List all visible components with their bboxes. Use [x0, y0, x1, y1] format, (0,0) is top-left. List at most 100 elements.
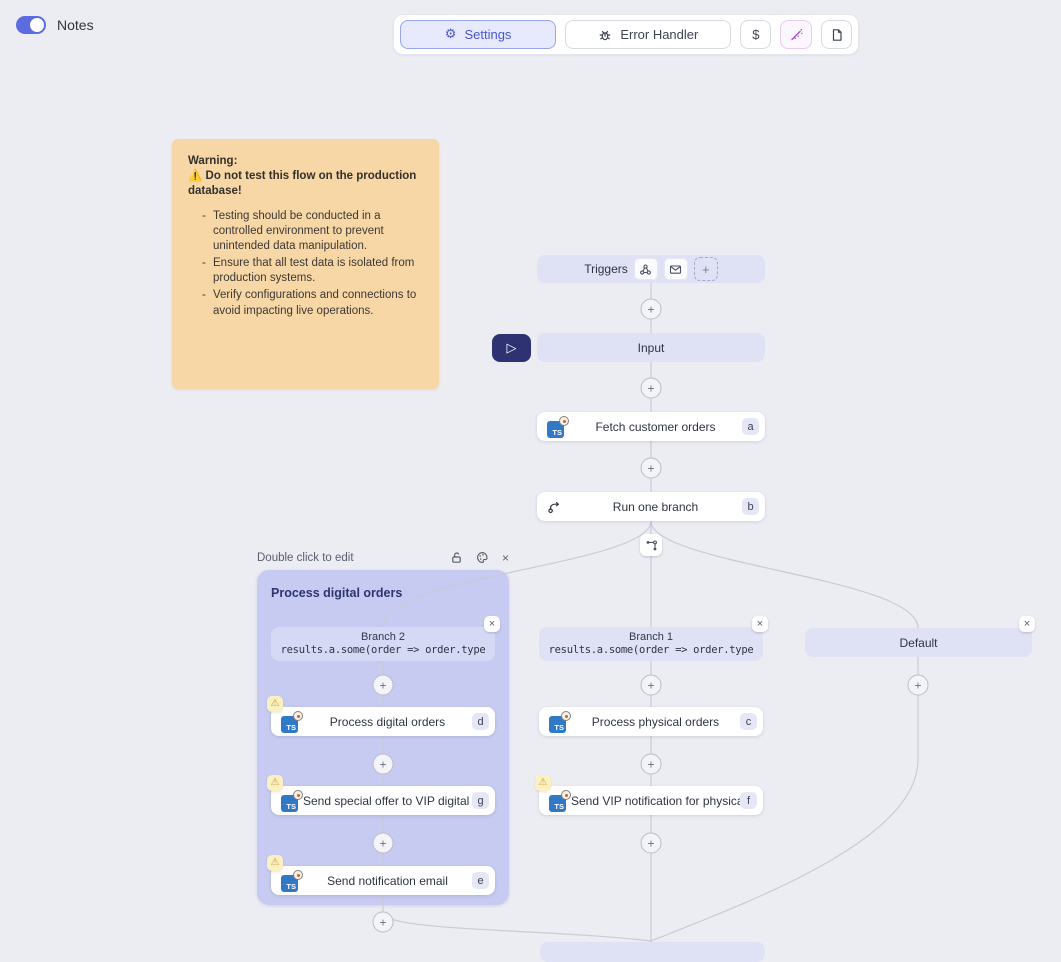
add-trigger-button[interactable]: + — [694, 257, 718, 281]
add-step-button[interactable]: + — [641, 833, 662, 854]
node-label: Fetch customer orders — [569, 420, 742, 434]
ai-wand-button[interactable] — [780, 20, 812, 49]
node-label: Process physical orders — [571, 715, 740, 729]
notes-label: Notes — [57, 17, 94, 33]
node-send-notification-email[interactable]: ⚠ TS Send notification email e — [271, 866, 495, 895]
add-step-button[interactable]: + — [641, 378, 662, 399]
note-title: Warning: — [188, 154, 423, 169]
warning-badge[interactable]: ⚠ — [267, 775, 283, 791]
package-badge-icon — [559, 416, 569, 426]
toggle-knob — [30, 18, 44, 32]
shortcut-badge: b — [742, 498, 759, 515]
run-flow-button[interactable]: ▷ — [492, 334, 531, 362]
warning-icon: ⚠ — [271, 699, 280, 709]
typescript-icon: TS — [281, 711, 303, 733]
package-badge-icon — [561, 790, 571, 800]
add-step-button[interactable]: + — [373, 675, 394, 696]
palette-icon[interactable] — [476, 551, 489, 564]
node-run-one-branch[interactable]: Run one branch b — [537, 492, 765, 521]
branch-split-icon[interactable] — [640, 534, 662, 556]
warning-badge[interactable]: ⚠ — [535, 775, 551, 791]
node-send-special-offer[interactable]: ⚠ TS Send special offer to VIP digital c… — [271, 786, 495, 815]
delete-branch-button[interactable]: × — [1019, 616, 1035, 632]
delete-branch-button[interactable]: × — [484, 616, 500, 632]
add-step-button[interactable]: + — [641, 299, 662, 320]
document-button[interactable] — [821, 20, 852, 49]
input-node[interactable]: Input — [537, 333, 765, 362]
node-partial-bottom[interactable] — [540, 942, 765, 962]
node-process-digital-orders[interactable]: ⚠ TS Process digital orders d — [271, 707, 495, 736]
typescript-icon: TS — [549, 711, 571, 733]
node-label: Send VIP notification for physical... — [571, 794, 740, 808]
branch2-condition-node[interactable]: Branch 2 results.a.some(order => order.t… — [271, 627, 495, 661]
shortcut-badge: a — [742, 418, 759, 435]
shortcut-badge: e — [472, 872, 489, 889]
node-label: Send notification email — [303, 874, 472, 888]
warning-note[interactable]: Warning: ⚠️ Do not test this flow on the… — [172, 139, 439, 389]
play-icon: ▷ — [507, 340, 517, 356]
triggers-node[interactable]: Triggers + — [537, 255, 765, 283]
delete-branch-button[interactable]: × — [752, 616, 768, 632]
triggers-label: Triggers — [584, 262, 628, 276]
email-trigger-button[interactable] — [664, 258, 688, 280]
billing-button[interactable]: $ — [740, 20, 771, 49]
branch-title: Default — [899, 636, 937, 650]
warning-badge[interactable]: ⚠ — [267, 855, 283, 871]
branch-condition-code: results.a.some(order => order.type — [281, 644, 486, 657]
settings-label: Settings — [464, 27, 511, 42]
top-toolbar: ⚙ Settings Error Handler $ — [393, 14, 859, 55]
shortcut-badge: g — [472, 792, 489, 809]
group-toolbar: Double click to edit × — [257, 551, 509, 564]
settings-button[interactable]: ⚙ Settings — [400, 20, 556, 49]
node-label: Process digital orders — [303, 715, 472, 729]
note-bullet: Testing should be conducted in a control… — [202, 209, 423, 255]
typescript-icon: TS — [547, 416, 569, 438]
add-step-button[interactable]: + — [641, 754, 662, 775]
warning-icon: ⚠ — [271, 778, 280, 788]
note-bullet: Verify configurations and connections to… — [202, 288, 423, 318]
lock-icon[interactable] — [450, 551, 463, 564]
add-step-button[interactable]: + — [373, 833, 394, 854]
error-handler-label: Error Handler — [620, 27, 698, 42]
webhook-trigger-button[interactable] — [634, 258, 658, 280]
warning-badge[interactable]: ⚠ — [267, 696, 283, 712]
package-badge-icon — [293, 790, 303, 800]
bug-icon — [598, 28, 612, 42]
add-step-button[interactable]: + — [373, 912, 394, 933]
group-close-icon[interactable]: × — [502, 552, 509, 564]
gear-icon: ⚙ — [445, 28, 457, 41]
node-fetch-customer-orders[interactable]: TS Fetch customer orders a — [537, 412, 765, 441]
typescript-icon: TS — [281, 790, 303, 812]
shortcut-badge: c — [740, 713, 757, 730]
node-label: Run one branch — [569, 500, 742, 514]
branch-icon — [547, 499, 569, 514]
node-send-vip-notification[interactable]: ⚠ TS Send VIP notification for physical.… — [539, 786, 763, 815]
package-badge-icon — [561, 711, 571, 721]
warning-icon: ⚠ — [539, 778, 548, 788]
note-bullet: Ensure that all test data is isolated fr… — [202, 256, 423, 286]
add-step-button[interactable]: + — [373, 754, 394, 775]
add-step-button[interactable]: + — [641, 458, 662, 479]
dollar-icon: $ — [752, 27, 759, 42]
shortcut-badge: f — [740, 792, 757, 809]
flow-edges — [0, 0, 1061, 947]
node-process-physical-orders[interactable]: TS Process physical orders c — [539, 707, 763, 736]
branch-condition-code: results.a.some(order => order.type — [549, 644, 754, 657]
default-branch-node[interactable]: Default — [805, 628, 1032, 657]
add-step-button[interactable]: + — [641, 675, 662, 696]
group-edit-hint: Double click to edit — [257, 552, 354, 564]
notes-toggle[interactable] — [16, 16, 46, 34]
package-badge-icon — [293, 870, 303, 880]
note-alert: ⚠️ Do not test this flow on the producti… — [188, 169, 423, 199]
branch-title: Branch 1 — [629, 631, 673, 645]
document-icon — [830, 28, 844, 42]
branch1-condition-node[interactable]: Branch 1 results.a.some(order => order.t… — [539, 627, 763, 661]
input-label: Input — [638, 341, 665, 355]
typescript-icon: TS — [281, 870, 303, 892]
node-label: Send special offer to VIP digital c... — [303, 794, 472, 808]
error-handler-button[interactable]: Error Handler — [565, 20, 731, 49]
magic-wand-icon — [789, 27, 804, 42]
typescript-icon: TS — [549, 790, 571, 812]
package-badge-icon — [293, 711, 303, 721]
add-step-button[interactable]: + — [908, 675, 929, 696]
